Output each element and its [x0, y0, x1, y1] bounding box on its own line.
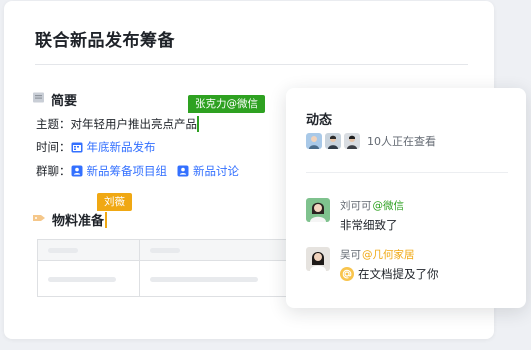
viewers-count-text: 10人正在查看 [367, 135, 436, 148]
topic-label: 主题： [36, 117, 71, 131]
topic-row: 主题： 对年轻用户推出亮点产品 [36, 116, 199, 132]
activity-user-name: 吴可 [340, 249, 361, 261]
activity-user: 刘可可@微信 [340, 198, 404, 213]
table-header [38, 240, 298, 261]
avatar [306, 247, 330, 271]
avatar [306, 198, 330, 222]
summary-heading-text: 简要 [51, 94, 78, 109]
time-value: 年底新品发布 [86, 140, 156, 154]
group-chat-link[interactable]: 新品讨论 [177, 163, 239, 179]
activity-user: 吴可@几何家居 [340, 247, 439, 262]
avatar [344, 133, 360, 149]
activity-message: 在文档提及了你 [340, 266, 439, 282]
activity-message: 非常细致了 [340, 217, 404, 233]
activity-user-name: 刘可可 [340, 200, 372, 212]
activity-panel: 动态 10人正在查看 刘可可@微信 非常细致了 吴可@几何家居 在文档提及了你 [286, 88, 526, 308]
group-chat-icon [177, 165, 189, 177]
mention-icon [340, 267, 354, 281]
activity-item[interactable]: 吴可@几何家居 在文档提及了你 [306, 247, 439, 282]
avatar [325, 133, 341, 149]
group-chat-icon [71, 165, 83, 177]
activity-message-text: 在文档提及了你 [358, 267, 439, 281]
placeholder-bar [150, 248, 180, 253]
title-divider [35, 64, 468, 65]
materials-heading-text: 物料准备 [52, 214, 105, 229]
group-chat-name: 新品讨论 [193, 164, 239, 178]
collaborator-tag: 张克力@微信 [188, 95, 265, 113]
topic-value[interactable]: 对年轻用户推出亮点产品 [71, 116, 198, 132]
activity-user-source: @微信 [372, 200, 405, 212]
viewers-row[interactable]: 10人正在查看 [306, 133, 436, 149]
materials-heading: 物料准备 [32, 210, 108, 229]
activity-item[interactable]: 刘可可@微信 非常细致了 [306, 198, 404, 233]
time-label: 时间： [36, 140, 71, 154]
calendar-link[interactable]: 年底新品发布 [71, 139, 156, 155]
label-icon [32, 212, 46, 228]
group-chat-name: 新品筹备项目组 [86, 164, 168, 178]
calendar-icon [71, 141, 83, 153]
collaborator-tag: 刘薇 [97, 193, 132, 211]
summary-heading: 简要 [32, 90, 77, 109]
materials-table[interactable] [37, 239, 299, 297]
placeholder-bar [48, 248, 78, 253]
placeholder-bar [48, 277, 116, 282]
table-divider [139, 240, 140, 296]
document-icon [32, 91, 45, 108]
group-chat-link[interactable]: 新品筹备项目组 [71, 163, 168, 179]
time-row: 时间： 年底新品发布 [36, 139, 156, 155]
panel-divider [306, 172, 508, 173]
collaborator-cursor [105, 211, 108, 228]
activity-user-source: @几何家居 [362, 249, 415, 261]
placeholder-bar [150, 277, 258, 282]
collaborator-cursor [197, 116, 199, 132]
activity-message-text: 非常细致了 [340, 218, 398, 232]
document-title: 联合新品发布筹备 [35, 31, 175, 51]
panel-title: 动态 [306, 113, 333, 128]
group-row: 群聊： 新品筹备项目组 新品讨论 [36, 163, 239, 179]
avatar [306, 133, 322, 149]
group-label: 群聊： [36, 164, 71, 178]
